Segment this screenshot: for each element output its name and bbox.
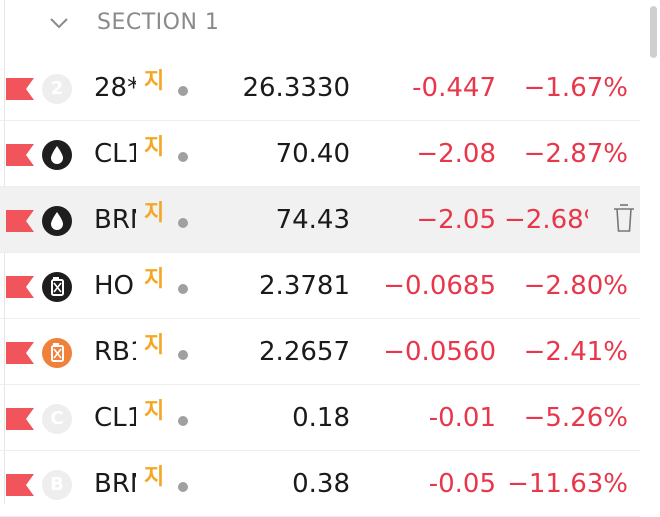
change-percent: −2.87%	[523, 139, 628, 169]
flag-icon[interactable]	[6, 276, 34, 298]
last-price: 26.3330	[242, 73, 350, 103]
symbol-logo: B	[42, 470, 72, 500]
exchange-badge: 지	[144, 201, 165, 226]
exchange-badge: 지	[144, 333, 165, 358]
change-value: −0.0560	[383, 337, 496, 367]
change-percent: −2.41%	[523, 337, 628, 367]
flag-icon[interactable]	[6, 408, 34, 430]
fuel-can-icon	[42, 272, 72, 302]
section-header[interactable]: SECTION 1	[0, 0, 640, 52]
watchlist-row[interactable]: RB1! 지 2.2657 −0.0560 −2.41%	[0, 319, 640, 385]
change-value: −2.05	[416, 205, 496, 235]
symbol-name[interactable]: BRN1!	[94, 469, 136, 499]
change-value: -0.01	[428, 403, 496, 433]
watchlist-row[interactable]: HO1! 지 2.3781 −0.0685 −2.80%	[0, 253, 640, 319]
drop-icon	[42, 140, 72, 170]
symbol-logo: 2	[42, 74, 72, 104]
market-status-dot	[178, 218, 188, 228]
change-percent: −5.26%	[523, 403, 628, 433]
last-price: 70.40	[275, 139, 350, 169]
watchlist-row[interactable]: 2 28* 지 26.3330 -0.447 −1.67%	[0, 55, 640, 121]
exchange-badge: 지	[144, 399, 165, 424]
watchlist-row[interactable]: BRN1! 지 74.43 −2.05 −2.68%	[0, 187, 640, 253]
market-status-dot	[178, 416, 188, 426]
watchlist-row[interactable]: C CL1! 지 0.18 -0.01 −5.26%	[0, 385, 640, 451]
flag-icon[interactable]	[6, 78, 34, 100]
market-status-dot	[178, 284, 188, 294]
drop-icon	[42, 206, 72, 236]
market-status-dot	[178, 152, 188, 162]
chevron-down-icon[interactable]	[48, 16, 70, 30]
exchange-badge: 지	[144, 267, 165, 292]
market-status-dot	[178, 482, 188, 492]
symbol-name[interactable]: HO1!	[94, 271, 136, 301]
last-price: 0.18	[292, 403, 350, 433]
fuel-can-icon	[42, 338, 72, 368]
change-percent: −2.80%	[523, 271, 628, 301]
trash-icon[interactable]	[611, 201, 637, 235]
scrollbar-thumb[interactable]	[650, 6, 657, 58]
last-price: 0.38	[292, 469, 350, 499]
change-value: −2.08	[416, 139, 496, 169]
last-price: 74.43	[275, 205, 350, 235]
change-value: -0.447	[412, 73, 496, 103]
symbol-name[interactable]: RB1!	[94, 337, 136, 367]
change-percent: −2.68%	[504, 205, 588, 235]
symbol-name[interactable]: 28*	[94, 73, 136, 103]
change-value: -0.05	[428, 469, 496, 499]
market-status-dot	[178, 350, 188, 360]
flag-icon[interactable]	[6, 342, 34, 364]
flag-icon[interactable]	[6, 144, 34, 166]
watchlist-row[interactable]: CL1! 지 70.40 −2.08 −2.87%	[0, 121, 640, 187]
watchlist-row[interactable]: B BRN1! 지 0.38 -0.05 −11.63%	[0, 451, 640, 517]
last-price: 2.2657	[259, 337, 350, 367]
change-value: −0.0685	[383, 271, 496, 301]
exchange-badge: 지	[144, 135, 165, 160]
symbol-name[interactable]: CL1!	[94, 403, 136, 433]
change-percent: −1.67%	[523, 73, 628, 103]
flag-icon[interactable]	[6, 210, 34, 232]
section-title: SECTION 1	[97, 10, 220, 35]
change-percent: −11.63%	[507, 469, 628, 499]
symbol-name[interactable]: CL1!	[94, 139, 136, 169]
symbol-logo: C	[42, 404, 72, 434]
flag-icon[interactable]	[6, 474, 34, 496]
last-price: 2.3781	[259, 271, 350, 301]
exchange-badge: 지	[144, 465, 165, 490]
exchange-badge: 지	[144, 69, 165, 94]
symbol-name[interactable]: BRN1!	[94, 205, 136, 235]
market-status-dot	[178, 86, 188, 96]
